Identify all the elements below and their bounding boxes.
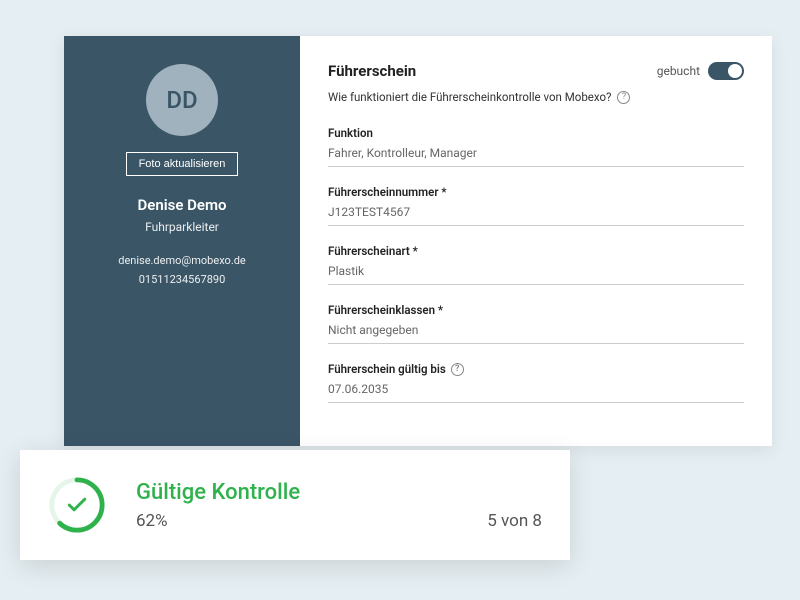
field-label: Funktion (328, 126, 744, 140)
status-text: Gültige Kontrolle 62% 5 von 8 (136, 480, 542, 531)
field-label: Führerschein gültig bis ? (328, 362, 744, 376)
status-row: 62% 5 von 8 (136, 511, 542, 531)
status-title: Gültige Kontrolle (136, 480, 542, 505)
status-progress-icon (48, 476, 106, 534)
field-license-classes[interactable]: Führerscheinklassen * Nicht angegeben (328, 303, 744, 344)
field-label: Führerscheinklassen * (328, 303, 744, 317)
main-panel: Führerschein gebucht Wie funktioniert di… (300, 36, 772, 446)
field-label: Führerscheinnummer * (328, 185, 744, 199)
field-value: J123TEST4567 (328, 205, 744, 219)
update-photo-button[interactable]: Foto aktualisieren (126, 152, 239, 176)
field-value: Nicht angegeben (328, 323, 744, 337)
section-header: Führerschein gebucht (328, 62, 744, 80)
booked-toggle[interactable] (708, 62, 744, 80)
help-text: Wie funktioniert die Führerscheinkontrol… (328, 90, 611, 104)
field-license-type[interactable]: Führerscheinart * Plastik (328, 244, 744, 285)
booked-toggle-wrap: gebucht (657, 62, 744, 80)
toggle-label: gebucht (657, 64, 700, 78)
field-value: Fahrer, Kontrolleur, Manager (328, 146, 744, 160)
help-icon[interactable]: ? (451, 363, 464, 376)
status-count: 5 von 8 (487, 511, 542, 531)
profile-sidebar: DD Foto aktualisieren Denise Demo Fuhrpa… (64, 36, 300, 446)
field-value: Plastik (328, 264, 744, 278)
field-funktion[interactable]: Funktion Fahrer, Kontrolleur, Manager (328, 126, 744, 167)
avatar: DD (146, 64, 218, 136)
status-percent: 62% (136, 511, 168, 531)
user-role: Fuhrparkleiter (145, 220, 219, 234)
field-value: 07.06.2035 (328, 382, 744, 396)
profile-card: DD Foto aktualisieren Denise Demo Fuhrpa… (64, 36, 772, 446)
field-license-number[interactable]: Führerscheinnummer * J123TEST4567 (328, 185, 744, 226)
section-title: Führerschein (328, 62, 416, 80)
field-label: Führerscheinart * (328, 244, 744, 258)
help-row: Wie funktioniert die Führerscheinkontrol… (328, 90, 744, 104)
field-label-text: Führerschein gültig bis (328, 362, 446, 376)
field-valid-until[interactable]: Führerschein gültig bis ? 07.06.2035 (328, 362, 744, 403)
status-card: Gültige Kontrolle 62% 5 von 8 (20, 450, 570, 560)
help-icon[interactable]: ? (617, 91, 630, 104)
user-email: denise.demo@mobexo.de (118, 254, 246, 267)
user-name: Denise Demo (138, 196, 227, 214)
user-phone: 01511234567890 (139, 273, 226, 286)
